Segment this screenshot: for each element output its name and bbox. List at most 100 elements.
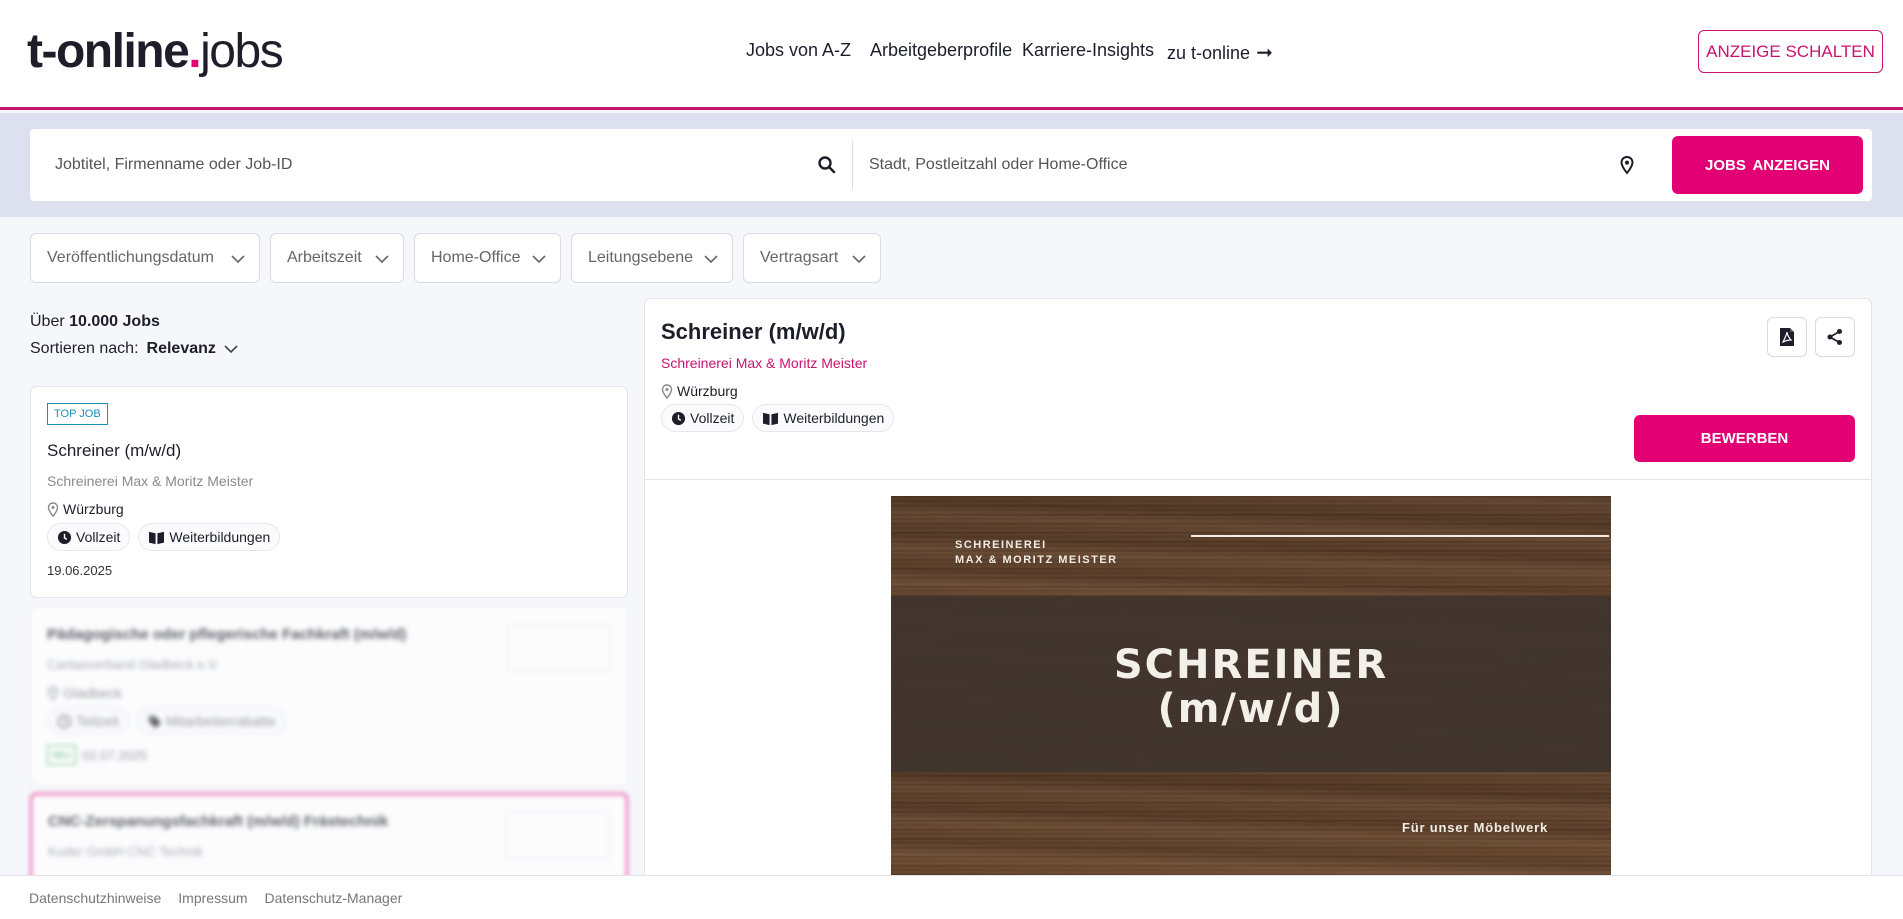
job-search-input[interactable]: Jobtitel, Firmenname oder Job-ID <box>55 129 815 201</box>
detail-title: Schreiner (m/w/d) <box>661 319 846 344</box>
sort-value[interactable]: Relevanz <box>147 340 216 358</box>
filter-arbeitszeit[interactable]: Arbeitszeit <box>270 233 404 283</box>
filter-label: Home-Office <box>431 249 521 266</box>
job-title[interactable]: CNC-Zerspanungsfachkraft (m/w/d) Frästec… <box>48 813 388 830</box>
open-book-icon <box>763 412 779 425</box>
filter-label: Veröffentlichungsdatum <box>47 249 214 266</box>
detail-tags: Vollzeit Weiterbildungen <box>661 404 895 432</box>
job-company: Schreinerei Max & Moritz Meister <box>47 473 254 489</box>
search-bar: Jobtitel, Firmenname oder Job-ID Stadt, … <box>30 129 1872 201</box>
banner-headline-line1: SCHREINER <box>1113 642 1389 688</box>
anzeige-schalten-button[interactable]: ANZEIGE SCHALTEN <box>1698 30 1883 73</box>
share-button[interactable] <box>1815 317 1855 357</box>
results-prefix: Über <box>30 313 65 330</box>
site-header: t-online.jobs Jobs von A-Z Arbeitgeberpr… <box>0 0 1903 110</box>
share-icon <box>1827 329 1842 345</box>
filter-vertragsart[interactable]: Vertragsart <box>743 233 881 283</box>
chevron-down-icon[interactable] <box>224 342 238 356</box>
sort-label: Sortieren nach: <box>30 340 139 357</box>
chevron-down-icon <box>852 255 866 264</box>
tag-weiterbildungen: Weiterbildungen <box>138 523 281 551</box>
chevron-down-icon <box>375 255 389 264</box>
location-pin-icon <box>47 501 59 517</box>
job-title[interactable]: Pädagogische oder pflegerische Fachkraft… <box>47 626 406 643</box>
footer-link-impressum[interactable]: Impressum <box>178 890 247 906</box>
logo-suffix: jobs <box>200 25 284 78</box>
pdf-download-button[interactable] <box>1767 317 1807 357</box>
nav-zu-t-online-label: zu t-online <box>1167 43 1251 63</box>
clock-icon <box>57 530 72 544</box>
job-date-text: 02.07.2025 <box>82 747 148 763</box>
chevron-down-icon <box>231 255 245 264</box>
results-suffix: Jobs <box>122 313 160 330</box>
clock-icon <box>57 714 72 728</box>
sort-control[interactable]: Sortieren nach: Relevanz <box>30 340 238 358</box>
nav-jobs-a-z[interactable]: Jobs von A-Z <box>746 40 851 61</box>
nav-zu-t-online[interactable]: zu t-online ➞ <box>1167 40 1273 65</box>
job-date: 19.06.2025 <box>47 563 112 578</box>
location-pin-icon[interactable] <box>1617 155 1637 175</box>
job-card[interactable]: Pädagogische oder pflegerische Fachkraft… <box>30 606 628 786</box>
search-band: Jobtitel, Firmenname oder Job-ID Stadt, … <box>0 113 1903 217</box>
top-job-badge: TOP JOB <box>47 403 108 425</box>
job-banner-image: SCHREINEREI MAX & MORITZ MEISTER SCHREINE… <box>891 496 1611 876</box>
company-logo <box>506 811 610 859</box>
tag-label: Vollzeit <box>76 529 121 545</box>
site-logo[interactable]: t-online.jobs <box>27 24 284 80</box>
bewerben-button[interactable]: BEWERBEN <box>1634 415 1855 462</box>
filter-leitungsebene[interactable]: Leitungsebene <box>571 233 733 283</box>
banner-headline: SCHREINER (m/w/d) <box>891 643 1611 731</box>
tag-label: Mitarbeiterrabatte <box>165 713 276 729</box>
results-count: Über 10.000 Jobs <box>30 313 160 331</box>
nav-karriere-insights[interactable]: Karriere-Insights <box>1022 40 1154 61</box>
footer-link-datenschutz-manager[interactable]: Datenschutz-Manager <box>265 890 403 906</box>
filter-home-office[interactable]: Home-Office <box>414 233 561 283</box>
new-badge: NEU <box>47 745 77 765</box>
open-book-icon <box>149 531 165 544</box>
clock-icon <box>671 411 686 425</box>
job-date-text: 19.06.2025 <box>47 563 113 578</box>
detail-location-text: Würzburg <box>677 383 738 399</box>
nav-arbeitgeberprofile[interactable]: Arbeitgeberprofile <box>870 40 1012 61</box>
jobs-anzeigen-button[interactable]: JOBS ANZEIGEN <box>1672 136 1863 194</box>
job-location-text: Würzburg <box>63 501 124 517</box>
filter-label: Leitungsebene <box>588 249 693 266</box>
tag-teilzeit: Teilzeit <box>47 707 129 735</box>
job-location-text: Gladbeck <box>63 685 123 701</box>
job-tags: Teilzeit Mitarbeiterrabatte <box>47 707 286 735</box>
detail-location: Würzburg <box>661 383 738 399</box>
job-search-placeholder: Jobtitel, Firmenname oder Job-ID <box>55 156 293 173</box>
filter-veroeffentlichungsdatum[interactable]: Veröffentlichungsdatum <box>30 233 260 283</box>
search-divider <box>852 141 853 189</box>
search-icon[interactable] <box>817 155 837 175</box>
tag-mitarbeiterrabatte: Mitarbeiterrabatte <box>136 707 286 735</box>
job-company: Kuder GmbH CNC Technik <box>48 844 204 859</box>
job-card[interactable]: TOP JOB Schreiner (m/w/d) Schreinerei Ma… <box>30 386 628 598</box>
tag-vollzeit: Vollzeit <box>47 523 131 551</box>
company-logo <box>507 624 611 672</box>
tag-label: Weiterbildungen <box>169 529 271 545</box>
banner-brand-line2: MAX & MORITZ MEISTER <box>955 554 1118 566</box>
arrow-right-icon: ➞ <box>1256 42 1273 64</box>
results-number: 10.000 <box>69 313 119 330</box>
job-location: Würzburg <box>47 501 124 517</box>
price-tag-icon <box>148 715 161 728</box>
tag-label: Teilzeit <box>76 713 119 729</box>
job-date: NEU 02.07.2025 <box>47 745 147 765</box>
tag-vollzeit: Vollzeit <box>661 404 745 432</box>
job-title[interactable]: Schreiner (m/w/d) <box>47 441 181 461</box>
logo-text: t-online <box>27 25 190 78</box>
job-tags: Vollzeit Weiterbildungen <box>47 523 281 551</box>
chevron-down-icon <box>532 255 546 264</box>
logo-dot: . <box>188 25 201 78</box>
chevron-down-icon <box>704 255 718 264</box>
banner-brand-line1: SCHREINEREI <box>955 539 1047 551</box>
filter-label: Arbeitszeit <box>287 249 362 266</box>
pdf-icon <box>1780 328 1794 346</box>
job-company: Caritasverband Gladbeck e.V. <box>47 657 220 672</box>
filter-label: Vertragsart <box>760 249 839 266</box>
detail-company[interactable]: Schreinerei Max & Moritz Meister <box>661 355 867 371</box>
footer-link-datenschutzhinweise[interactable]: Datenschutzhinweise <box>29 890 161 906</box>
tag-label: Weiterbildungen <box>783 410 885 426</box>
location-search-input[interactable]: Stadt, Postleitzahl oder Home-Office <box>869 129 1609 201</box>
